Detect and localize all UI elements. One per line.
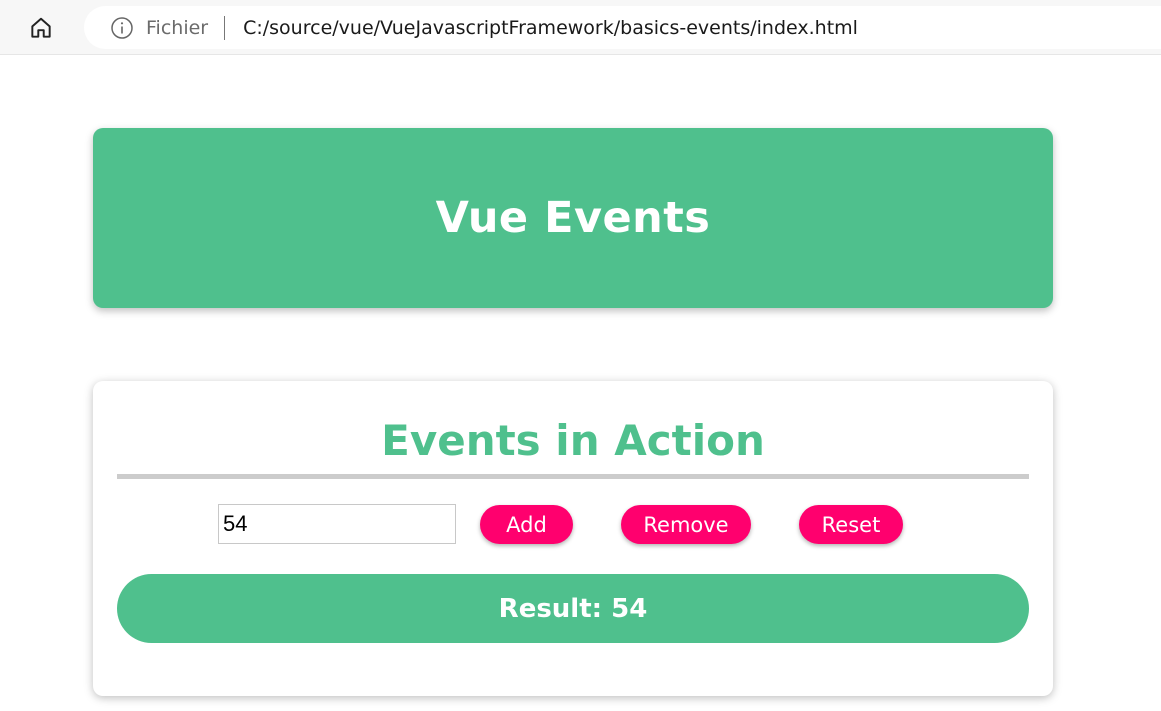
events-card: Events in Action Add Remove Reset Result… bbox=[93, 381, 1053, 696]
events-heading: Events in Action bbox=[381, 416, 765, 465]
home-icon bbox=[31, 17, 51, 38]
home-button[interactable] bbox=[24, 11, 58, 45]
header-card: Vue Events bbox=[93, 128, 1053, 308]
result-display: Result: 54 bbox=[117, 574, 1029, 643]
divider bbox=[117, 474, 1029, 479]
origin-label: Fichier bbox=[146, 16, 209, 39]
add-button[interactable]: Add bbox=[480, 505, 573, 544]
value-input[interactable] bbox=[218, 504, 456, 544]
result-spacer bbox=[602, 594, 611, 624]
remove-button[interactable]: Remove bbox=[621, 505, 751, 544]
url-text[interactable]: C:/source/vue/VueJavascriptFramework/bas… bbox=[243, 17, 858, 39]
address-separator bbox=[224, 15, 226, 40]
info-icon[interactable] bbox=[110, 16, 134, 40]
address-bar[interactable]: Fichier C:/source/vue/VueJavascriptFrame… bbox=[84, 6, 1161, 49]
reset-button[interactable]: Reset bbox=[799, 505, 903, 544]
browser-toolbar: Fichier C:/source/vue/VueJavascriptFrame… bbox=[0, 0, 1161, 55]
result-value: 54 bbox=[611, 593, 648, 624]
result-label: Result: bbox=[498, 593, 603, 624]
page-title: Vue Events bbox=[435, 193, 711, 243]
